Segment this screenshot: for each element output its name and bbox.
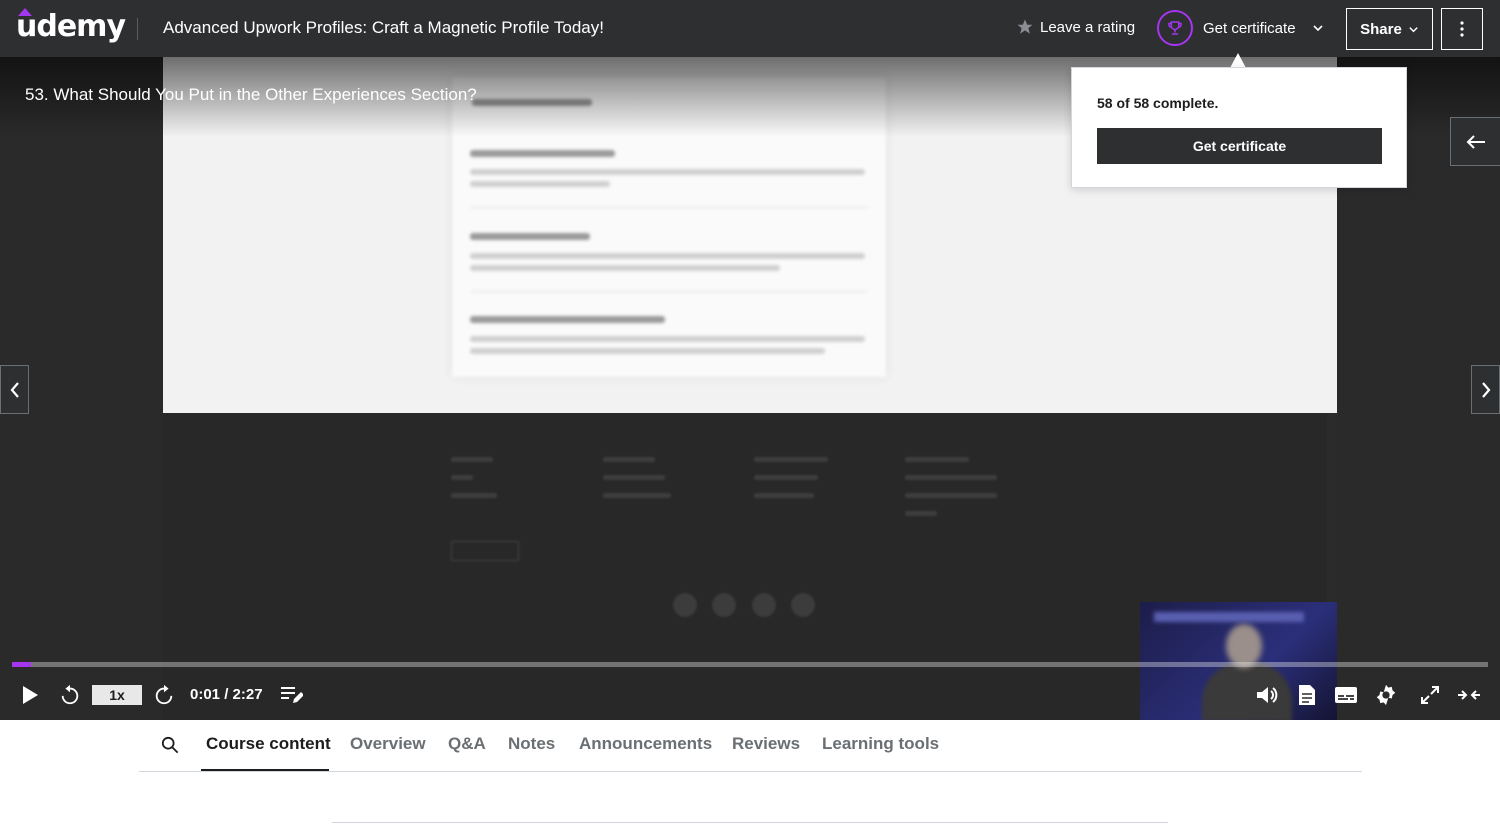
active-tab-indicator	[201, 769, 329, 771]
previous-lecture-button[interactable]	[0, 365, 29, 414]
chevron-right-icon	[1481, 381, 1490, 398]
transcript-button[interactable]	[1295, 682, 1319, 708]
tab-course-content[interactable]: Course content	[206, 734, 331, 754]
rewind-button[interactable]	[58, 682, 82, 708]
captions-icon	[1335, 687, 1357, 703]
video-progress-fill	[12, 662, 32, 667]
tab-overview[interactable]: Overview	[350, 734, 426, 754]
settings-button[interactable]	[1373, 682, 1399, 708]
theatre-mode-button[interactable]	[1456, 682, 1482, 708]
search-button[interactable]	[161, 736, 179, 759]
star-icon	[1017, 19, 1033, 34]
get-certificate-dropdown[interactable]: Get certificate	[1157, 10, 1324, 46]
get-certificate-label: Get certificate	[1203, 19, 1296, 37]
transcript-icon	[1299, 685, 1315, 705]
play-button[interactable]	[18, 682, 42, 708]
course-title[interactable]: Advanced Upwork Profiles: Craft a Magnet…	[163, 18, 604, 38]
next-lecture-button[interactable]	[1471, 365, 1500, 414]
fullscreen-button[interactable]	[1418, 682, 1442, 708]
video-progress-bar[interactable]	[12, 662, 1488, 667]
volume-button[interactable]	[1254, 682, 1280, 708]
forward-icon	[155, 684, 173, 705]
captions-button[interactable]	[1333, 682, 1359, 708]
logo-hat-icon	[18, 8, 32, 16]
udemy-logo[interactable]: udemy	[16, 9, 126, 44]
chevron-down-icon	[1312, 25, 1323, 32]
expand-sidebar-button[interactable]	[1450, 117, 1500, 166]
chevron-left-icon	[10, 381, 19, 398]
trophy-icon	[1157, 10, 1193, 46]
chevron-down-icon	[1409, 26, 1418, 32]
more-options-button[interactable]	[1441, 8, 1483, 50]
share-button[interactable]: Share	[1346, 8, 1433, 50]
more-vertical-icon	[1460, 21, 1464, 37]
arrow-left-icon	[1466, 134, 1485, 149]
playback-speed-button[interactable]: 1x	[92, 685, 142, 705]
get-certificate-button[interactable]: Get certificate	[1097, 128, 1382, 164]
settings-icon	[1376, 684, 1396, 706]
popover-caret	[1230, 53, 1246, 68]
tab-reviews[interactable]: Reviews	[732, 734, 800, 754]
certificate-popover: 58 of 58 complete. Get certificate	[1071, 67, 1407, 188]
search-icon	[161, 736, 179, 754]
content-divider	[332, 822, 1168, 823]
tab-learning-tools[interactable]: Learning tools	[822, 734, 939, 754]
rewind-icon	[61, 684, 79, 705]
fullscreen-icon	[1421, 686, 1439, 704]
player-controls: 1x 0:01 / 2:27	[0, 672, 1500, 720]
tab-notes[interactable]: Notes	[508, 734, 555, 754]
course-tabs: Course content Overview Q&A Notes Announ…	[139, 720, 1362, 772]
collapse-icon	[1458, 690, 1480, 700]
add-note-button[interactable]	[278, 682, 304, 708]
playlist-edit-icon	[281, 687, 303, 703]
top-header: udemy Advanced Upwork Profiles: Craft a …	[0, 0, 1500, 57]
share-label: Share	[1360, 20, 1402, 38]
playback-time: 0:01 / 2:27	[190, 686, 263, 703]
completion-status: 58 of 58 complete.	[1097, 95, 1219, 111]
tab-qa[interactable]: Q&A	[448, 734, 486, 754]
tab-announcements[interactable]: Announcements	[579, 734, 712, 754]
volume-icon	[1257, 687, 1278, 703]
lecture-title: 53. What Should You Put in the Other Exp…	[25, 85, 477, 104]
play-icon	[23, 686, 38, 704]
leave-rating-button[interactable]: Leave a rating	[1016, 18, 1135, 36]
leave-rating-label: Leave a rating	[1040, 18, 1136, 36]
header-divider	[137, 18, 138, 40]
forward-button[interactable]	[152, 682, 176, 708]
